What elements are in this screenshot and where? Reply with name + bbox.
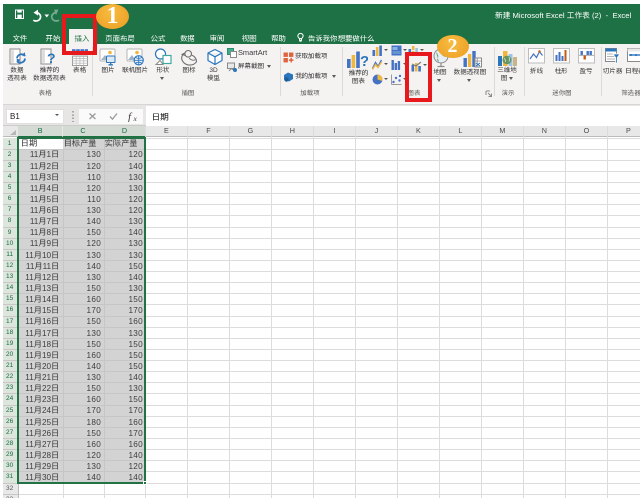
svg-text:f: f	[128, 111, 133, 122]
svg-text:?: ?	[47, 50, 56, 66]
svg-text:?: ?	[360, 53, 368, 70]
svg-text:x: x	[133, 114, 138, 122]
